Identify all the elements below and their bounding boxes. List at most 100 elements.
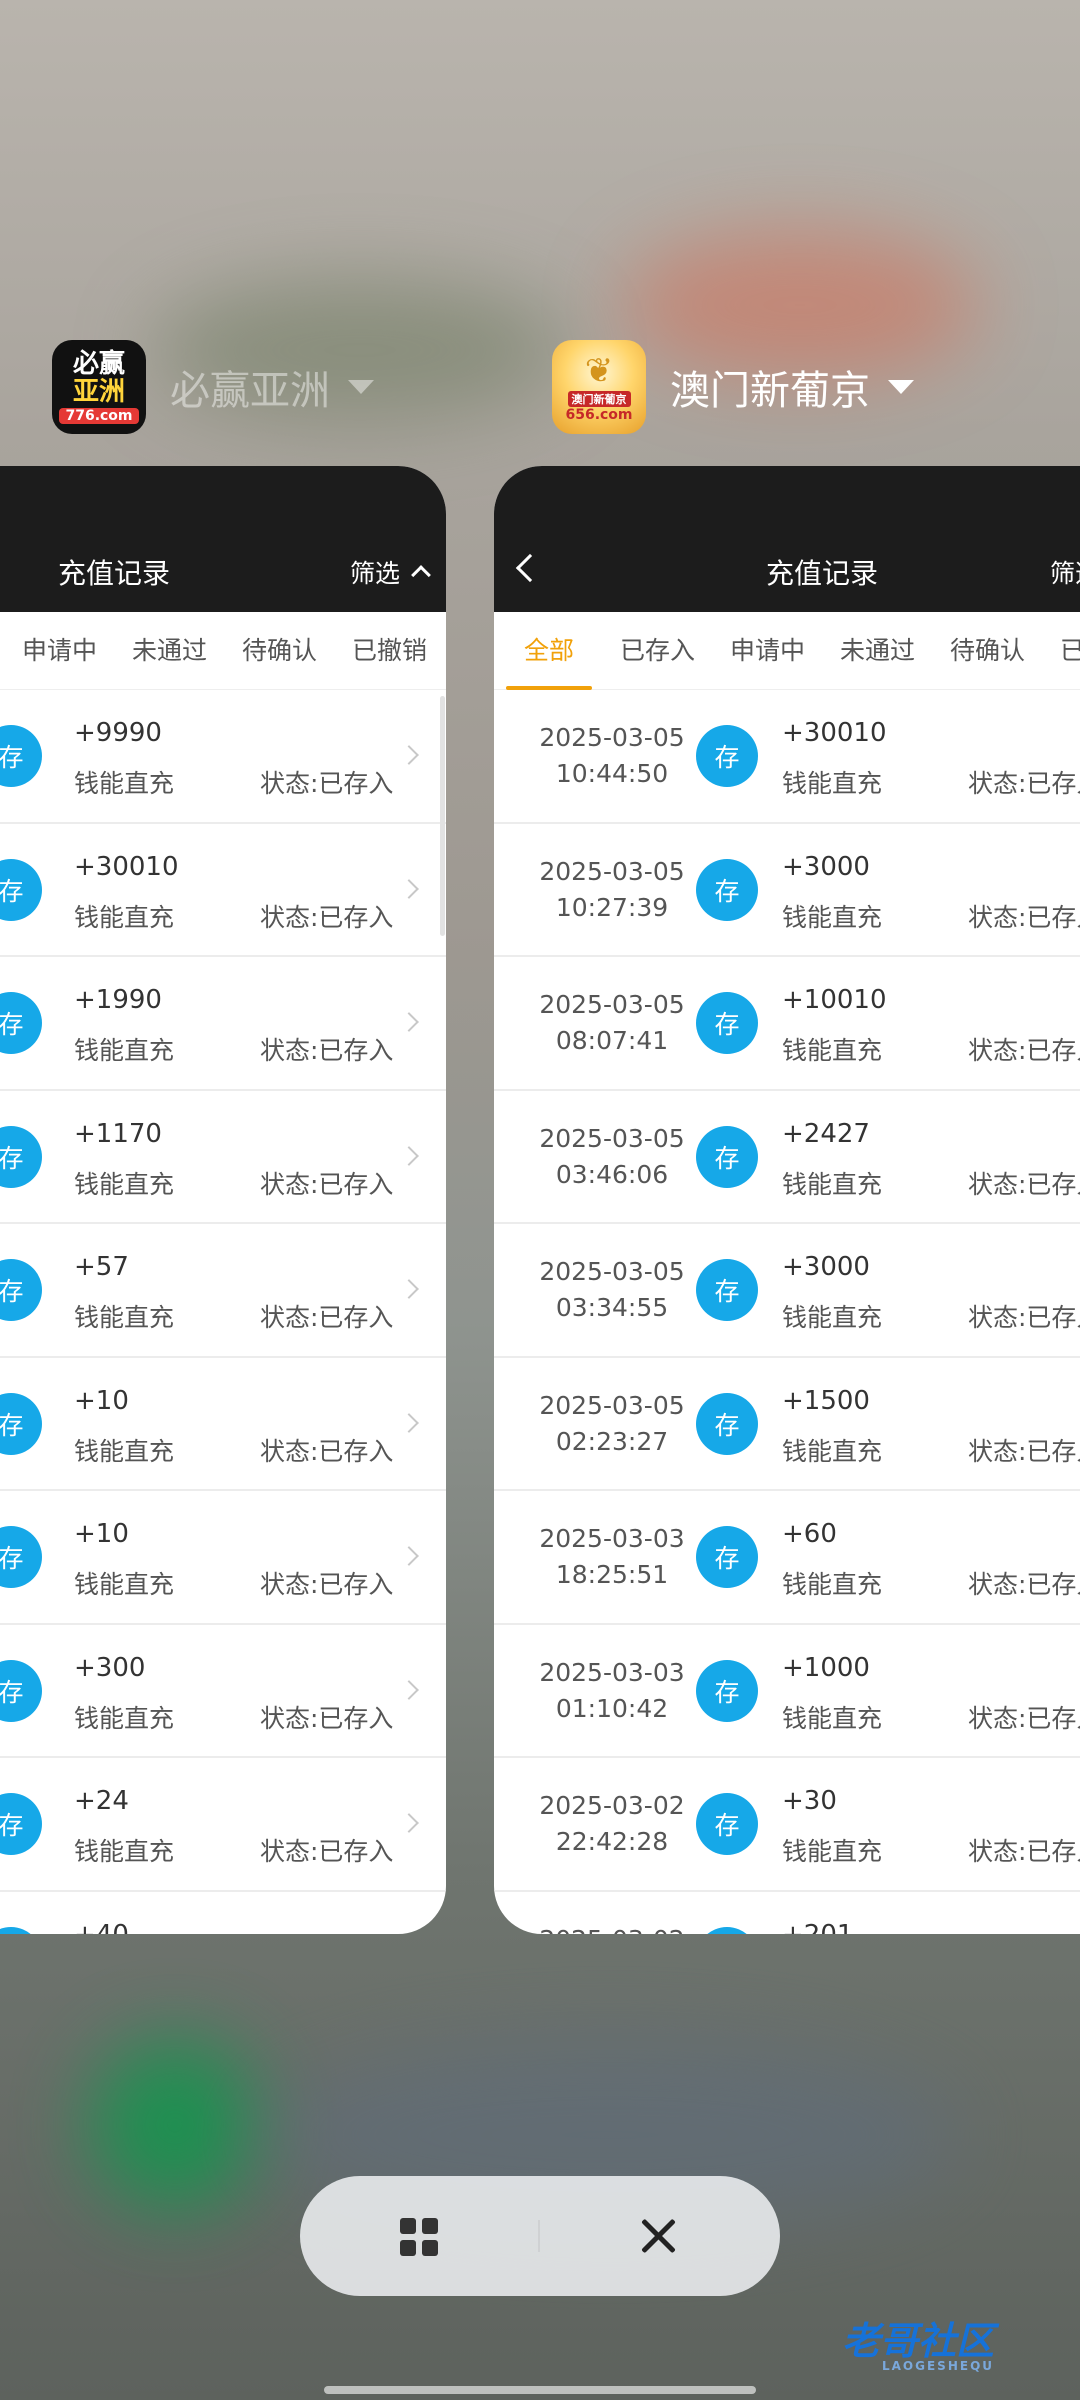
tab-rejected[interactable]: 未通过 <box>840 612 915 690</box>
tab-pending[interactable]: 申请中 <box>22 612 97 690</box>
list-item[interactable]: 2025-03-03 01:10:42 存 +1000 钱能直充 状态:已存入 <box>494 1625 1080 1758</box>
back-arrow-icon[interactable] <box>515 553 545 583</box>
deposit-badge: 存 <box>696 858 758 921</box>
tab-deposited[interactable]: 已存入 <box>620 612 695 690</box>
record-date: 2025-03-02 <box>512 1922 712 1935</box>
list-item[interactable]: 存 +24 钱能直充 状态:已存入 <box>0 1758 446 1892</box>
deposit-badge: 存 <box>696 1125 758 1188</box>
deposit-badge: 存 <box>0 1259 42 1321</box>
record-date: 2025-03-05 <box>539 856 685 886</box>
list-item[interactable]: 2025-03-05 02:23:27 存 +1500 钱能直充 状态:已存入 <box>494 1358 1080 1491</box>
record-amount: +201 <box>782 1920 853 1935</box>
app-label-right[interactable]: ❦ 澳门新葡京 656.com 澳门新葡京 <box>552 340 914 434</box>
record-status: 状态:已存入 <box>260 1436 394 1466</box>
tab-cancelled[interactable]: 已 <box>1060 612 1080 690</box>
tab-pending[interactable]: 申请中 <box>730 612 805 690</box>
record-method: 钱能直充 <box>782 1169 883 1199</box>
chevron-right-icon <box>399 1412 419 1433</box>
tab-all[interactable]: 全部 <box>505 612 593 690</box>
record-amount: +300 <box>74 1652 146 1683</box>
record-method: 钱能直充 <box>782 902 883 932</box>
record-datetime: 2025-03-02 <box>512 1922 712 1935</box>
record-status: 状态:已存入 <box>260 1570 394 1599</box>
dropdown-arrow-icon[interactable] <box>348 380 374 394</box>
filter-button[interactable]: 筛选 <box>1050 554 1080 590</box>
app-icon-pujing[interactable]: ❦ 澳门新葡京 656.com <box>552 340 646 434</box>
list-item[interactable]: 存 +30010 钱能直充 状态:已存入 <box>0 824 446 957</box>
list-item[interactable]: 存 +1170 钱能直充 状态:已存入 <box>0 1091 446 1224</box>
list-item[interactable]: 2025-03-02 22:42:28 存 +30 钱能直充 状态:已存入 <box>494 1758 1080 1892</box>
page-title: 充值记录 <box>766 557 879 590</box>
deposit-badge: 存 <box>696 1526 758 1588</box>
record-date: 2025-03-05 <box>539 990 685 1019</box>
tab-cancelled[interactable]: 已撤销 <box>352 612 427 690</box>
list-item[interactable]: 2025-03-05 10:27:39 存 +3000 钱能直充 状态:已存入 <box>494 824 1080 957</box>
record-method: 钱能直充 <box>782 1303 883 1332</box>
app-label-left[interactable]: 必赢 亚洲 776.com 必赢亚洲 <box>52 340 374 434</box>
record-status: 状态:已存入 <box>968 1837 1080 1866</box>
record-method: 钱能直充 <box>782 1570 883 1599</box>
list-item[interactable]: 存 +40 <box>0 1892 446 1934</box>
record-amount: +30010 <box>782 718 887 748</box>
tab-bar: 全部 已存入 申请中 未通过 待确认 已 <box>494 612 1080 690</box>
record-status: 状态:已存入 <box>968 902 1080 932</box>
record-method: 钱能直充 <box>74 1169 175 1199</box>
record-time: 01:10:42 <box>555 1693 669 1723</box>
app-card-left[interactable]: 充值记录 筛选 申请中 未通过 待确认 已撤销 存 +9990 钱能直充 状态:已存入… <box>0 466 446 1934</box>
page-title: 充值记录 <box>58 557 171 590</box>
card-header: 充值记录 筛选 <box>0 466 446 612</box>
deposit-badge: 存 <box>0 1926 42 1934</box>
deposit-badge: 存 <box>0 1392 42 1455</box>
record-date: 2025-03-05 <box>539 1390 685 1420</box>
list-item[interactable]: 2025-03-03 18:25:51 存 +60 钱能直充 状态:已存入 <box>494 1491 1080 1625</box>
list-item[interactable]: 2025-03-05 03:46:06 存 +2427 钱能直充 状态:已存入 <box>494 1091 1080 1224</box>
record-amount: +24 <box>74 1786 129 1816</box>
dropdown-arrow-icon[interactable] <box>888 380 914 394</box>
record-status: 状态:已存入 <box>968 1570 1080 1599</box>
record-datetime: 2025-03-02 22:42:28 <box>512 1788 712 1860</box>
record-datetime: 2025-03-05 03:46:06 <box>512 1121 712 1193</box>
filter-button[interactable]: 筛选 <box>350 554 431 590</box>
list-item[interactable]: 存 +300 钱能直充 状态:已存入 <box>0 1625 446 1758</box>
record-status: 状态:已存入 <box>968 1303 1080 1332</box>
home-indicator[interactable] <box>324 2386 756 2394</box>
grid-view-icon[interactable] <box>400 2218 438 2256</box>
list-item[interactable]: 2025-03-02存+201 <box>494 1892 1080 1935</box>
tab-to-confirm[interactable]: 待确认 <box>242 612 317 690</box>
tab-rejected[interactable]: 未通过 <box>132 612 207 690</box>
list-item[interactable]: 存 +10 钱能直充 状态:已存入 <box>0 1358 446 1491</box>
app-name-right: 澳门新葡京 <box>670 368 870 414</box>
close-all-icon[interactable] <box>636 2214 680 2258</box>
record-status: 状态:已存入 <box>260 1169 394 1199</box>
record-method: 钱能直充 <box>782 769 883 798</box>
record-date: 2025-03-05 <box>539 1123 685 1153</box>
deposit-badge: 存 <box>696 992 758 1054</box>
scrollbar[interactable] <box>440 696 445 936</box>
record-list: 2025-03-0510:44:50存+30010钱能直充状态:已存入2025-… <box>494 690 1080 1934</box>
record-method: 钱能直充 <box>74 902 175 932</box>
record-time: 10:44:50 <box>555 759 669 788</box>
record-status: 状态:已存入 <box>968 1169 1080 1199</box>
watermark-logo: 老哥社区 LAOGESHEQU <box>842 2319 995 2373</box>
tab-to-confirm[interactable]: 待确认 <box>950 612 1025 690</box>
list-item[interactable]: 存 +9990 钱能直充 状态:已存入 <box>0 690 446 824</box>
record-datetime: 2025-03-05 10:27:39 <box>512 854 712 926</box>
app-icon-biying[interactable]: 必赢 亚洲 776.com <box>52 340 146 434</box>
list-item[interactable]: 存 +1990 钱能直充 状态:已存入 <box>0 957 446 1091</box>
record-datetime: 2025-03-03 18:25:51 <box>512 1521 712 1593</box>
app-card-right[interactable]: 充值记录 筛选 全部 已存入 申请中 未通过 待确认 已 2025-03-05 1… <box>494 466 1080 1934</box>
record-datetime: 2025-03-05 10:44:50 <box>512 720 712 792</box>
record-time: 03:34:55 <box>555 1293 669 1322</box>
record-amount: +30010 <box>74 851 179 882</box>
list-item[interactable]: 2025-03-05 03:34:55 存 +3000 钱能直充 状态:已存入 <box>494 1224 1080 1358</box>
chevron-right-icon <box>399 745 419 765</box>
record-amount: +1170 <box>74 1118 162 1149</box>
list-item[interactable]: 2025-03-05 08:07:41 存 +10010 钱能直充 状态:已存入 <box>494 957 1080 1091</box>
record-date: 2025-03-02 <box>539 1791 685 1820</box>
record-datetime: 2025-03-03 01:10:42 <box>512 1655 712 1727</box>
list-item[interactable]: 2025-03-05 10:44:50 存 +30010 钱能直充 状态:已存入 <box>494 690 1080 824</box>
list-item[interactable]: 存 +10 钱能直充 状态:已存入 <box>0 1491 446 1625</box>
record-method: 钱能直充 <box>782 1703 883 1733</box>
card-header: 充值记录 筛选 <box>494 466 1080 612</box>
list-item[interactable]: 存 +57 钱能直充 状态:已存入 <box>0 1224 446 1358</box>
